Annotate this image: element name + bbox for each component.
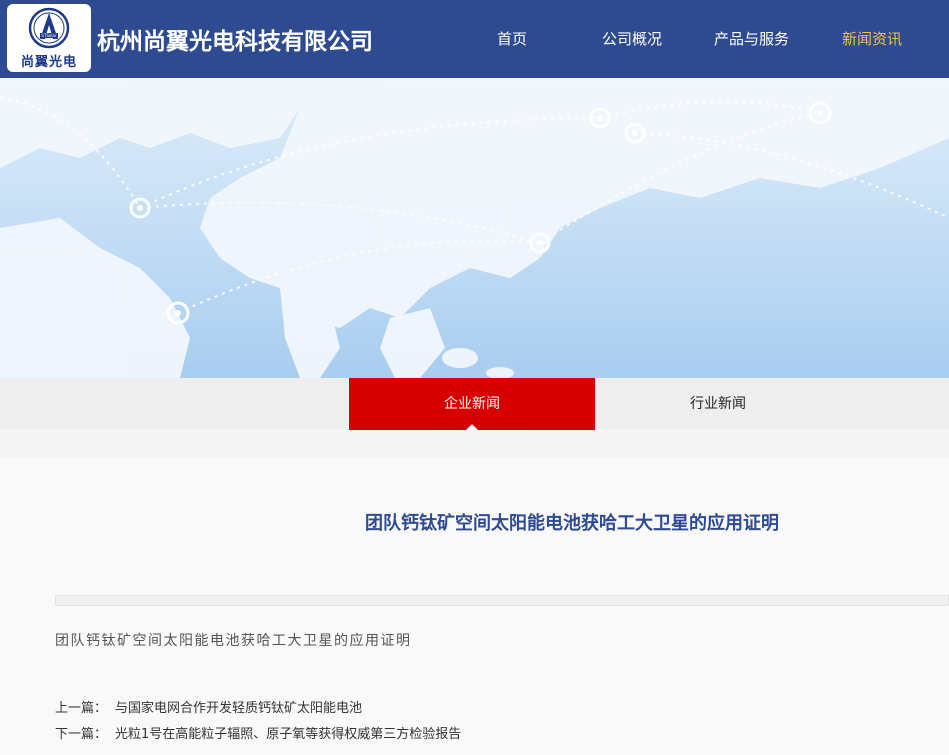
prev-article-row: 上一篇： 与国家电网合作开发轻质钙钛矿太阳能电池 [55, 697, 362, 716]
article-divider [55, 595, 949, 606]
nav-company-overview[interactable]: 公司概况 [602, 28, 662, 49]
tab-industry-news[interactable]: 行业新闻 [595, 378, 841, 430]
banner-world-map [0, 78, 949, 378]
nav-news[interactable]: 新闻资讯 [842, 28, 902, 49]
article-content: 团队钙钛矿空间太阳能电池获哈工大卫星的应用证明 团队钙钛矿空间太阳能电池获哈工大… [0, 458, 949, 755]
article-title: 团队钙钛矿空间太阳能电池获哈工大卫星的应用证明 [365, 513, 779, 534]
tab-company-news[interactable]: 企业新闻 [349, 378, 595, 430]
logo-badge-text: STSolar [41, 33, 57, 38]
logo-text: 尚翼光电 [20, 55, 77, 70]
world-map-illustration [0, 78, 949, 378]
nav-products-services[interactable]: 产品与服务 [714, 28, 789, 49]
company-name: 杭州尚翼光电科技有限公司 [97, 29, 373, 55]
news-category-tabs: 企业新闻 行业新闻 [0, 378, 949, 430]
next-article-label: 下一篇： [55, 727, 108, 742]
prev-article-link[interactable]: 与国家电网合作开发轻质钙钛矿太阳能电池 [115, 701, 362, 716]
article-body: 团队钙钛矿空间太阳能电池获哈工大卫星的应用证明 [55, 633, 412, 649]
site-header: STSolar 尚翼光电 杭州尚翼光电科技有限公司 首页 公司概况 产品与服务 … [0, 0, 949, 78]
next-article-link[interactable]: 光粒1号在高能粒子辐照、原子氧等获得权威第三方检验报告 [115, 727, 461, 742]
company-logo[interactable]: STSolar 尚翼光电 [7, 4, 91, 72]
next-article-row: 下一篇： 光粒1号在高能粒子辐照、原子氧等获得权威第三方检验报告 [55, 723, 461, 742]
prev-article-label: 上一篇： [55, 701, 108, 716]
logo-emblem-icon: STSolar [28, 7, 70, 49]
nav-home[interactable]: 首页 [497, 28, 527, 49]
